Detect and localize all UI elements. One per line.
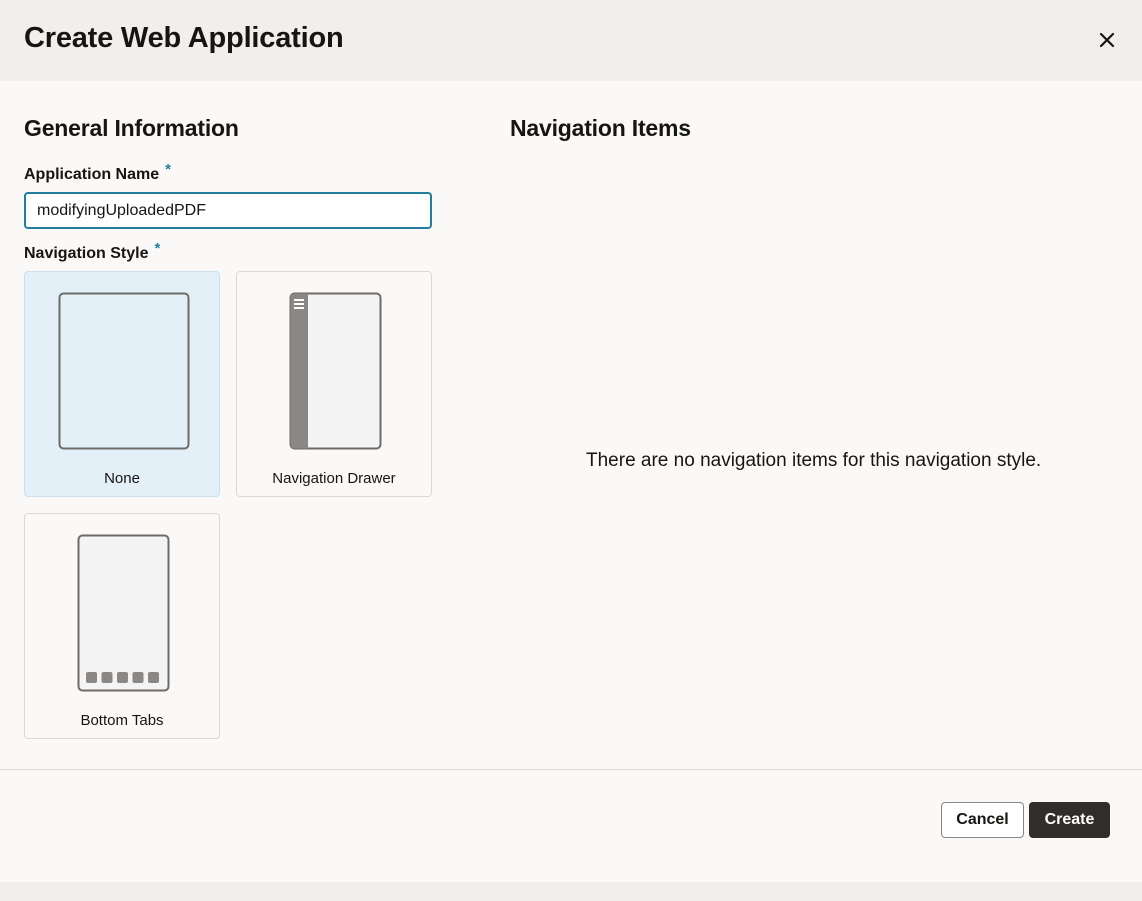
required-marker: * [165, 161, 171, 178]
navigation-drawer-phone-icon [289, 292, 382, 450]
nav-style-label-navigation-drawer: Navigation Drawer [272, 470, 396, 487]
bottom-tabs-phone-icon [77, 534, 170, 692]
nav-style-card-none[interactable]: None [24, 271, 220, 497]
navigation-items-heading: Navigation Items [510, 115, 691, 141]
cancel-button[interactable]: Cancel [941, 802, 1024, 838]
nav-style-label-bottom-tabs: Bottom Tabs [80, 712, 164, 729]
blank-phone-icon [58, 292, 190, 450]
navigation-style-label: Navigation Style * [24, 240, 160, 263]
required-marker: * [154, 240, 161, 257]
application-name-label-text: Application Name [24, 166, 160, 183]
application-name-label: Application Name * [24, 161, 171, 184]
navigation-style-label-text: Navigation Style [24, 245, 149, 262]
navigation-items-empty-message: There are no navigation items for this n… [586, 450, 1042, 471]
nav-style-card-navigation-drawer[interactable]: Navigation Drawer [236, 271, 432, 497]
create-button[interactable]: Create [1029, 802, 1110, 838]
nav-style-card-bottom-tabs[interactable]: Bottom Tabs [24, 513, 220, 739]
bottom-edge [0, 882, 1142, 901]
dialog-header: Create Web Application [0, 0, 1142, 81]
nav-style-label-none: None [104, 470, 140, 487]
general-information-heading: General Information [24, 115, 239, 141]
close-icon [1099, 32, 1115, 48]
create-web-application-dialog: Create Web Application General Informati… [0, 0, 1142, 901]
application-name-input[interactable] [24, 192, 432, 229]
close-button[interactable] [1091, 24, 1123, 56]
dialog-title: Create Web Application [24, 22, 344, 54]
